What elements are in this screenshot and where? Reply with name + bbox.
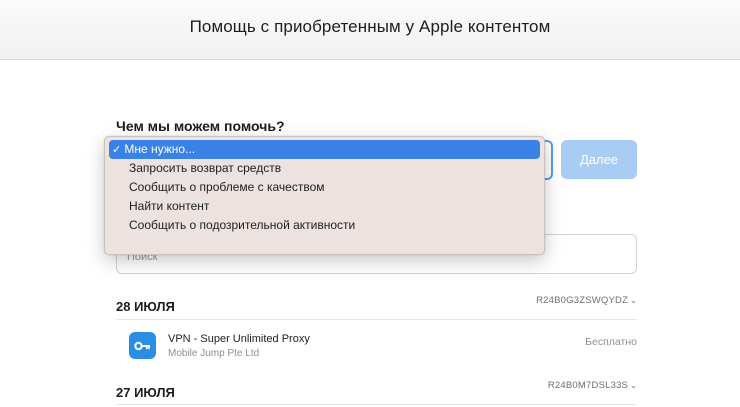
order-id-toggle[interactable]: R24B0G3ZSWQYDZ ⌄ <box>536 295 637 306</box>
dropdown-option-quality-issue[interactable]: Сообщить о проблеме с качеством <box>109 178 540 197</box>
dropdown-option-placeholder[interactable]: ✓ Мне нужно... <box>109 140 540 159</box>
next-button[interactable]: Далее <box>561 140 637 179</box>
purchase-item[interactable]: VPN - Super Unlimited Proxy Mobile Jump … <box>116 330 637 366</box>
dropdown-option-label: Мне нужно... <box>124 142 196 156</box>
key-icon <box>129 332 156 359</box>
dropdown-option-find-content[interactable]: Найти контент <box>109 197 540 216</box>
dropdown-option-suspicious-activity[interactable]: Сообщить о подозрительной активности <box>109 216 540 235</box>
app-price: Бесплатно <box>585 336 637 348</box>
purchase-day-header: 27 ИЮЛЯ R24B0M7DSL33S ⌄ <box>116 377 637 401</box>
chevron-down-icon: ⌄ <box>630 381 637 390</box>
chevron-down-icon: ⌄ <box>630 296 637 305</box>
purchase-date: 28 ИЮЛЯ <box>116 299 175 314</box>
purchase-date: 27 ИЮЛЯ <box>116 385 175 400</box>
divider <box>116 319 637 320</box>
app-developer: Mobile Jump Pte Ltd <box>168 348 260 359</box>
help-question-label: Чем мы можем помочь? <box>116 118 285 134</box>
page-title: Помощь с приобретенным у Apple контентом <box>189 16 551 36</box>
page-header: Помощь с приобретенным у Apple контентом <box>0 0 740 60</box>
purchase-day-header: 28 ИЮЛЯ R24B0G3ZSWQYDZ ⌄ <box>116 293 637 317</box>
checkmark-icon: ✓ <box>112 144 122 156</box>
order-id-text: R24B0M7DSL33S <box>547 380 629 391</box>
app-name: VPN - Super Unlimited Proxy <box>168 333 310 345</box>
order-id-text: R24B0G3ZSWQYDZ <box>536 295 629 306</box>
help-topic-dropdown-menu: ✓ Мне нужно... Запросить возврат средств… <box>104 136 545 255</box>
dropdown-option-refund[interactable]: Запросить возврат средств <box>109 159 540 178</box>
order-id-toggle[interactable]: R24B0M7DSL33S ⌄ <box>548 380 637 391</box>
divider <box>116 404 637 405</box>
